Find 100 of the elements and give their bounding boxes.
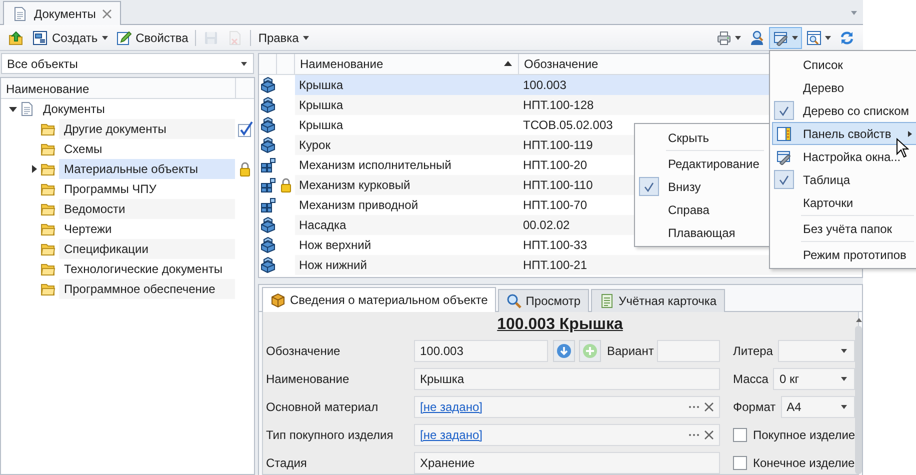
tree-item[interactable]: Ведомости — [59, 199, 235, 219]
folder-icon — [40, 161, 56, 177]
menu-item[interactable]: Справа — [637, 198, 767, 221]
tree-item[interactable]: Технологические документы — [59, 259, 235, 279]
folder-icon — [40, 281, 56, 297]
delete-icon — [227, 30, 244, 46]
material-field[interactable]: [не задано] — [414, 396, 720, 418]
expand-arrow-icon[interactable] — [9, 105, 17, 113]
caret-icon — [102, 36, 108, 40]
folder-icon — [40, 261, 56, 277]
table-cell[interactable]: Нож нижний — [295, 255, 519, 275]
table-cell[interactable]: Механизм приводной — [295, 195, 519, 215]
menu-item[interactable]: Таблица — [772, 168, 916, 191]
designation-field[interactable]: 100.003 — [414, 340, 548, 362]
tree-item[interactable]: Документы — [38, 99, 235, 119]
filter-dropdown[interactable]: Все объекты — [1, 53, 254, 74]
part-icon — [260, 77, 276, 93]
clear-icon[interactable] — [704, 430, 714, 440]
table-cell[interactable]: Механизм курковый — [295, 175, 519, 195]
arrow-down-icon — [556, 343, 572, 359]
user-search-icon — [749, 30, 765, 46]
purchase-type-field[interactable]: [не задано] — [414, 424, 720, 446]
table-cell[interactable]: Механизм исполнительный — [295, 155, 519, 175]
panel-tab[interactable]: Сведения о материальном объекте — [262, 287, 496, 312]
folder-icon — [40, 141, 56, 157]
value-link[interactable]: [не задано] — [420, 400, 684, 414]
toolbar-button[interactable]: Создать — [28, 26, 112, 48]
table-cell[interactable]: Нож верхний — [295, 235, 519, 255]
variant-field[interactable] — [656, 340, 720, 362]
table-cell[interactable]: Крышка — [295, 115, 519, 135]
tree-item[interactable]: Программное обеспечение — [59, 279, 235, 299]
toolbar-button[interactable]: Правка — [254, 26, 313, 48]
tree-item[interactable]: Другие документы — [59, 119, 235, 139]
part-icon — [260, 117, 276, 133]
menu-item[interactable]: Настройка окна... — [772, 145, 916, 168]
tree-item[interactable]: Программы ЧПУ — [59, 179, 235, 199]
tree-item[interactable]: Схемы — [59, 139, 235, 159]
menu-item[interactable]: Редактирование — [637, 149, 767, 175]
window-settings-icon — [773, 30, 789, 46]
caret-icon — [735, 36, 741, 40]
clear-icon[interactable] — [704, 402, 714, 412]
value-link[interactable]: [не задано] — [420, 428, 684, 442]
refresh-icon — [839, 30, 855, 46]
field-label: Стадия — [266, 455, 308, 472]
create-icon — [32, 30, 48, 46]
table-cell[interactable]: Курок — [295, 135, 519, 155]
expand-arrow-icon[interactable] — [30, 165, 38, 173]
caret-icon — [841, 377, 847, 381]
mass-dropdown[interactable]: 0 кг — [773, 368, 855, 390]
menu-item[interactable]: Панель свойств — [772, 122, 916, 145]
field-label: Вариант — [607, 343, 654, 360]
field-label: Основной материал — [266, 399, 380, 416]
table-cell[interactable]: Крышка — [295, 75, 519, 95]
field-label: Обозначение — [266, 343, 342, 360]
checkbox[interactable] — [733, 456, 747, 470]
download-button[interactable] — [553, 340, 575, 362]
checkbox[interactable] — [733, 428, 747, 442]
tree-item[interactable]: Чертежи — [59, 219, 235, 239]
menu-item[interactable]: Внизу — [637, 175, 767, 198]
folder-arrow-icon — [8, 30, 24, 46]
tab-list-caret-icon[interactable] — [851, 11, 857, 15]
window-view-icon — [806, 30, 822, 46]
window-settings-icon — [776, 149, 792, 165]
caret-icon — [841, 349, 847, 353]
toolbar-button[interactable]: Свойства — [112, 26, 192, 48]
field-label: Тип покупного изделия — [266, 427, 394, 444]
tree-item[interactable]: Спецификации — [59, 239, 235, 259]
part-icon — [260, 217, 276, 233]
close-icon[interactable] — [102, 8, 112, 18]
folder-icon — [40, 121, 56, 137]
submenu-arrow-icon — [908, 131, 912, 137]
stage-field[interactable]: Хранение — [414, 452, 720, 474]
field-label: Масса — [733, 371, 768, 388]
field-label: Литера — [733, 343, 773, 360]
caret-icon — [302, 36, 309, 40]
part-icon — [260, 237, 276, 253]
folder-icon — [40, 241, 56, 257]
panel-tab[interactable]: Учётная карточка — [590, 289, 725, 312]
document-tab[interactable]: Документы — [3, 1, 121, 25]
document-icon — [19, 101, 35, 117]
edit-icon — [116, 30, 132, 46]
window-settings-button[interactable] — [769, 26, 802, 48]
format-dropdown[interactable]: А4 — [780, 396, 855, 418]
menu-item[interactable]: Плавающая — [637, 221, 767, 244]
table-cell[interactable]: Крышка — [295, 95, 519, 115]
checkbox-label: Покупное изделие — [753, 428, 856, 442]
caret-icon — [841, 405, 847, 409]
menu-item[interactable]: Скрыть — [637, 126, 767, 149]
panel-tab[interactable]: Просмотр — [498, 289, 589, 312]
menu-item[interactable]: Без учёта папок — [772, 214, 916, 240]
assembly-icon — [260, 157, 276, 173]
caret-icon — [241, 62, 247, 66]
tree-item[interactable]: Материальные объекты — [59, 159, 235, 179]
table-cell[interactable]: Насадка — [295, 215, 519, 235]
menu-item[interactable]: Карточки — [772, 191, 916, 214]
panel-icon — [776, 126, 792, 142]
package-icon — [270, 292, 286, 308]
name-field[interactable]: Крышка — [414, 368, 720, 390]
column-header[interactable]: Наименование — [295, 54, 519, 75]
part-icon — [260, 257, 276, 273]
